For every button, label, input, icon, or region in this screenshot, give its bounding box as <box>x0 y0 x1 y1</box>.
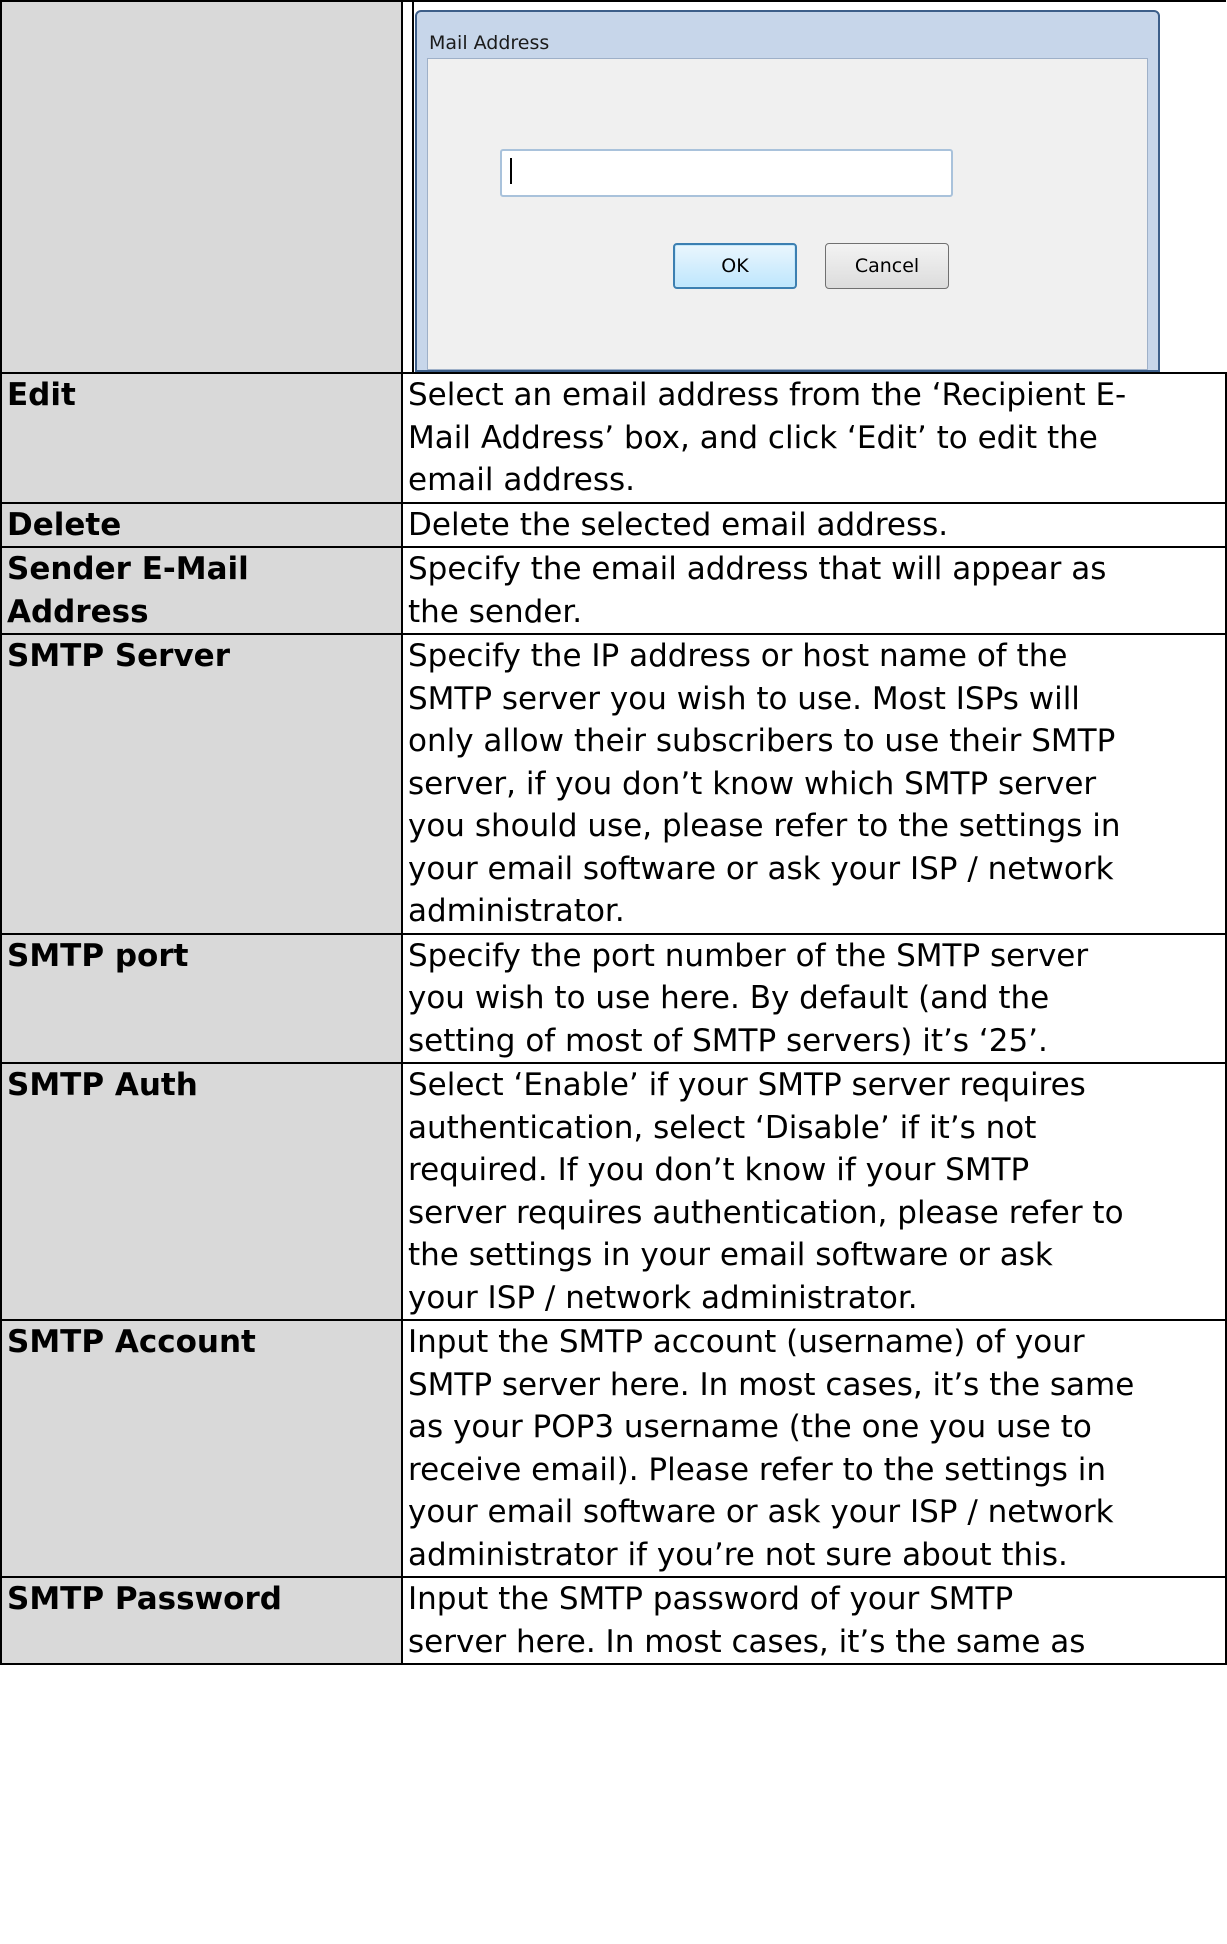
row-label-smtp-auth: SMTP Auth <box>0 1062 403 1321</box>
description-line: you should use, please refer to the sett… <box>408 808 1121 844</box>
description-line: setting of most of SMTP servers) it’s ‘2… <box>408 1022 1048 1059</box>
row-description-smtp-auth: Select ‘Enable’ if your SMTP server requ… <box>401 1062 1227 1321</box>
row-label-smtp-server: SMTP Server <box>0 633 403 935</box>
description-line: the settings in your email software or a… <box>408 1237 1053 1273</box>
dialog-screenshot-row: Mail Address OK Cancel <box>0 0 1226 374</box>
description-line: server requires authentication, please r… <box>408 1194 1124 1231</box>
description-line: SMTP server you wish to use. Most ISPs w… <box>408 680 1080 717</box>
description-line: Select an email address from the ‘Recipi… <box>408 377 1127 413</box>
description-line: required. If you don’t know if your SMTP <box>408 1152 1030 1188</box>
dialog-titlebar[interactable]: Mail Address <box>417 12 1158 58</box>
description-line: Select ‘Enable’ if your SMTP server requ… <box>408 1067 1086 1103</box>
row-description-edit: Select an email address from the ‘Recipi… <box>401 372 1227 504</box>
text-caret <box>510 158 512 184</box>
description-line: email address. <box>408 462 635 498</box>
description-line: your email software or ask your ISP / ne… <box>408 1494 1114 1530</box>
description-line: your ISP / network administrator. <box>408 1279 918 1316</box>
description-line: authentication, select ‘Disable’ if it’s… <box>408 1109 1037 1146</box>
row-label-edit: Edit <box>0 372 403 504</box>
row-description-smtp-port: Specify the port number of the SMTP serv… <box>401 932 1227 1064</box>
description-line: server, if you don’t know which SMTP ser… <box>408 765 1097 802</box>
ok-button[interactable]: OK <box>673 243 797 289</box>
description-line: as your POP3 username (the one you use t… <box>408 1409 1092 1445</box>
description-line: only allow their subscribers to use thei… <box>408 723 1116 759</box>
table-row-smtp-port: SMTP port Specify the port number of the… <box>0 932 1227 1064</box>
description-line: your email software or ask your ISP / ne… <box>408 850 1114 887</box>
label-line: Address <box>7 593 149 630</box>
settings-description-table: Mail Address OK Cancel Edit Select an em… <box>0 0 1227 1665</box>
description-line: Specify the port number of the SMTP serv… <box>408 937 1089 974</box>
description-line: administrator if you’re not sure about t… <box>408 1536 1068 1573</box>
row-description-smtp-server: Specify the IP address or host name of t… <box>401 633 1227 935</box>
row-description-sender-email: Specify the email address that will appe… <box>401 546 1227 635</box>
description-line: server here. In most cases, it’s the sam… <box>408 1623 1086 1660</box>
description-line: Specify the email address that will appe… <box>408 551 1107 587</box>
table-row-smtp-account: SMTP Account Input the SMTP account (use… <box>0 1319 1227 1578</box>
empty-label-cell <box>0 0 403 374</box>
row-description-smtp-password: Input the SMTP password of your SMTP ser… <box>401 1576 1227 1665</box>
table-row-smtp-server: SMTP Server Specify the IP address or ho… <box>0 633 1227 935</box>
mail-address-input[interactable] <box>500 149 953 197</box>
description-line: SMTP server here. In most cases, it’s th… <box>408 1366 1135 1403</box>
table-row-smtp-auth: SMTP Auth Select ‘Enable’ if your SMTP s… <box>0 1062 1227 1321</box>
description-line: receive email). Please refer to the sett… <box>408 1451 1107 1488</box>
description-line: Delete the selected email address. <box>408 506 949 543</box>
dialog-screenshot-cell: Mail Address OK Cancel <box>401 0 1226 374</box>
description-line: you wish to use here. By default (and th… <box>408 980 1050 1016</box>
table-row-smtp-password: SMTP Password Input the SMTP password of… <box>0 1576 1227 1665</box>
row-label-delete: Delete <box>0 501 403 548</box>
dialog-body: OK Cancel <box>427 58 1148 370</box>
label-line: Sender E-Mail <box>7 551 249 587</box>
description-line: Specify the IP address or host name of t… <box>408 638 1068 674</box>
row-label-smtp-account: SMTP Account <box>0 1319 403 1578</box>
row-description-delete: Delete the selected email address. <box>401 501 1227 548</box>
description-line: the sender. <box>408 593 583 630</box>
table-row-delete: Delete Delete the selected email address… <box>0 501 1227 548</box>
description-line: Input the SMTP account (username) of you… <box>408 1324 1085 1360</box>
table-row-sender-email: Sender E-Mail Address Specify the email … <box>0 546 1227 635</box>
table-row-edit: Edit Select an email address from the ‘R… <box>0 372 1227 504</box>
row-label-sender-email: Sender E-Mail Address <box>0 546 403 635</box>
cancel-button[interactable]: Cancel <box>825 243 949 289</box>
row-description-smtp-account: Input the SMTP account (username) of you… <box>401 1319 1227 1578</box>
description-line: administrator. <box>408 893 625 929</box>
mail-address-dialog: Mail Address OK Cancel <box>415 10 1160 372</box>
description-line: Input the SMTP password of your SMTP <box>408 1581 1014 1617</box>
row-label-smtp-port: SMTP port <box>0 932 403 1064</box>
row-label-smtp-password: SMTP Password <box>0 1576 403 1665</box>
description-line: Mail Address’ box, and click ‘Edit’ to e… <box>408 419 1098 456</box>
